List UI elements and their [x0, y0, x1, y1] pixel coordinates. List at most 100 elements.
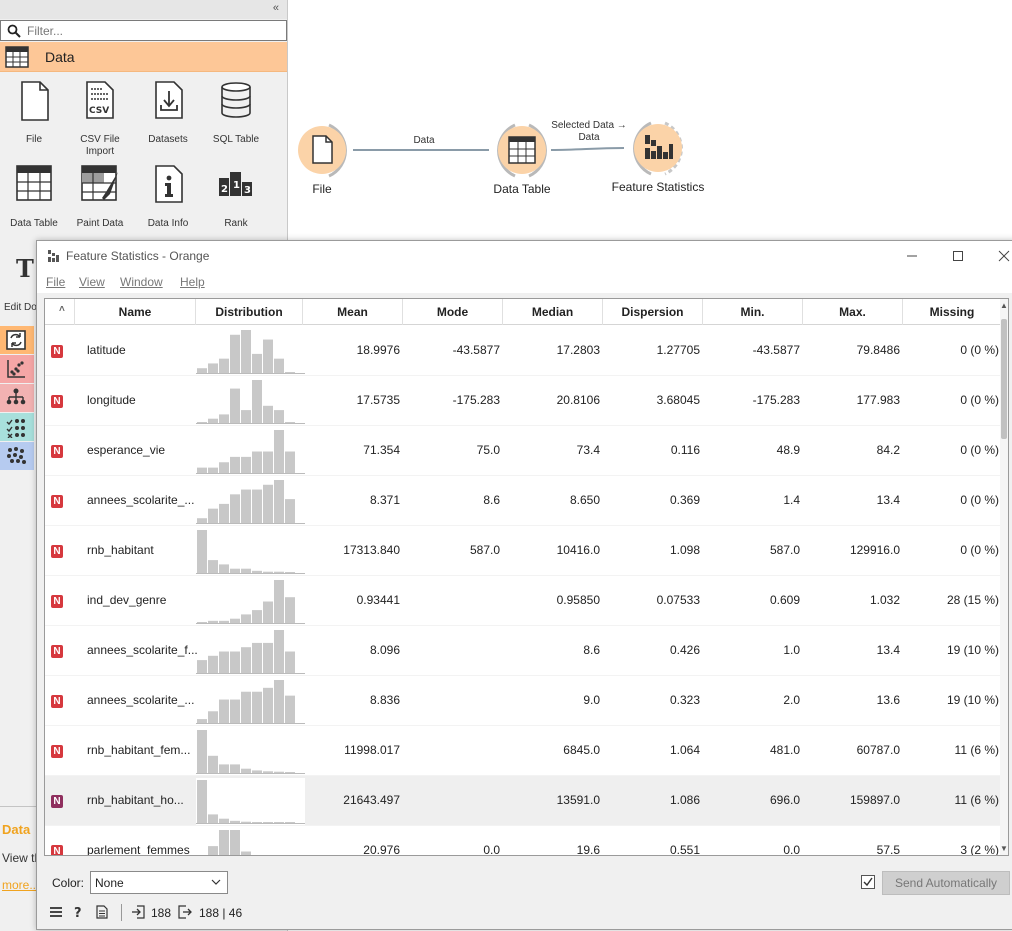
category-model[interactable]	[0, 384, 34, 412]
table-row[interactable]: Nannees_scolarite_... 8.371 8.6 8.650 0.369 1…	[45, 476, 1002, 526]
table-row[interactable]: Nlongitude 17.5735 -175.283 20.8106 3.68045 -…	[45, 376, 1002, 426]
category-unsupervised[interactable]	[0, 442, 34, 470]
table-row[interactable]: Nparlement_femmes 20.976 0.0 19.6 0.551 0.0 57…	[45, 826, 1002, 856]
cell-name: rnb_habitant	[87, 543, 154, 557]
cell-min: 696.0	[769, 793, 800, 807]
column-header-dispersion[interactable]: Dispersion	[603, 299, 703, 325]
tool-datasets[interactable]: Datasets	[134, 80, 202, 162]
column-header-median[interactable]: Median	[503, 299, 603, 325]
svg-text:1: 1	[233, 180, 240, 191]
scrollbar-thumb[interactable]	[1001, 319, 1007, 439]
column-header-mode[interactable]: Mode	[403, 299, 503, 325]
output-count: 188 | 46	[199, 906, 243, 920]
send-automatically-button[interactable]: Send Automatically	[882, 871, 1010, 895]
filter-input[interactable]	[27, 22, 282, 39]
table-row[interactable]: Nind_dev_genre 0.93441 0.95850 0.07533 0.609…	[45, 576, 1002, 626]
cell-dispersion: 1.27705	[656, 343, 700, 357]
collapse-toolbox-icon[interactable]: «	[273, 2, 279, 14]
feature-statistics-icon	[633, 121, 683, 176]
data-info-icon	[155, 165, 183, 203]
cell-mode: 587.0	[469, 543, 500, 557]
cell-missing: 0 (0 %)	[960, 343, 999, 357]
cell-mean: 18.9976	[356, 343, 400, 357]
help-icon[interactable]: ?	[71, 905, 85, 919]
workflow-canvas[interactable]: Data Selected Data → Data File Data Tabl…	[289, 0, 1012, 240]
cell-min: -43.5877	[752, 343, 800, 357]
close-button[interactable]	[981, 241, 1012, 271]
send-automatically-checkbox[interactable]	[861, 875, 875, 889]
menu-help[interactable]: Help	[180, 275, 205, 289]
cell-max: 60787.0	[856, 743, 900, 757]
table-row[interactable]: Nannees_scolarite_... 8.836 9.0 0.323 2.0 13.…	[45, 676, 1002, 726]
histogram-bar	[252, 642, 262, 673]
menu-view[interactable]: View	[79, 275, 105, 289]
cell-min: 1.4	[783, 493, 800, 507]
cell-max: 79.8486	[856, 343, 900, 357]
histogram-bar	[197, 422, 207, 423]
more-link[interactable]: more...	[2, 878, 39, 892]
histogram-bar	[274, 430, 284, 473]
numeric-variable-icon: N	[51, 445, 63, 458]
category-transform[interactable]	[0, 326, 34, 354]
histogram-bar	[197, 467, 207, 473]
histogram-bar	[263, 601, 273, 623]
histogram-bar	[252, 570, 262, 573]
menu-window[interactable]: Window	[120, 275, 163, 289]
cell-name: annees_scolarite_...	[87, 693, 195, 707]
tool-sql-table[interactable]: SQL Table	[202, 80, 270, 162]
cell-missing: 3 (2 %)	[960, 843, 999, 856]
svg-text:?: ?	[74, 906, 82, 919]
tool-data-table[interactable]: Data Table	[0, 164, 68, 246]
color-dropdown[interactable]: None	[90, 871, 228, 894]
scroll-down-icon[interactable]: ▼	[1000, 844, 1008, 853]
table-row[interactable]: Nrnb_habitant 17313.840 587.0 10416.0 1.098 5…	[45, 526, 1002, 576]
scroll-up-icon[interactable]: ▲	[1000, 301, 1008, 310]
search-icon	[7, 24, 21, 38]
histogram-bar	[208, 755, 218, 773]
input-data-icon	[132, 905, 145, 919]
column-header-missing[interactable]: Missing	[903, 299, 1002, 325]
node-feature-statistics[interactable]: Feature Statistics	[603, 118, 713, 208]
menu-file[interactable]: File	[46, 275, 65, 289]
table-row[interactable]: Nesperance_vie 71.354 75.0 73.4 0.116 48.9 84.…	[45, 426, 1002, 476]
distribution-histogram	[196, 730, 305, 774]
table-row[interactable]: Nrnb_habitant_ho... 21643.497 13591.0 1.086…	[45, 776, 1002, 826]
column-header-max[interactable]: Max.	[803, 299, 903, 325]
histogram-bar	[208, 711, 218, 723]
category-visualize[interactable]	[0, 355, 34, 383]
table-row[interactable]: Nannees_scolarite_f... 8.096 8.6 0.426 1.0 13…	[45, 626, 1002, 676]
vertical-scrollbar[interactable]: ▲ ▼	[1000, 299, 1008, 855]
report-icon[interactable]	[95, 905, 109, 919]
cell-max: 159897.0	[849, 793, 900, 807]
maximize-button[interactable]	[935, 241, 981, 271]
node-file[interactable]: File	[267, 120, 377, 210]
histogram-bar	[263, 451, 273, 473]
column-header-min[interactable]: Min.	[703, 299, 803, 325]
tool-data-info[interactable]: Data Info	[134, 164, 202, 246]
tool-csv-file-import[interactable]: CSV CSV File Import	[66, 80, 134, 162]
category-data-header[interactable]: Data	[0, 42, 287, 72]
tool-file[interactable]: File	[0, 80, 68, 162]
menu-icon[interactable]	[49, 905, 63, 919]
table-row[interactable]: Nrnb_habitant_fem... 11998.017 6845.0 1.064…	[45, 726, 1002, 776]
minimize-button[interactable]	[889, 241, 935, 271]
column-header-type[interactable]: ˄	[45, 299, 75, 325]
filter-field[interactable]	[0, 20, 287, 41]
column-header-mean[interactable]: Mean	[303, 299, 403, 325]
table-row[interactable]: Nlatitude 18.9976 -43.5877 17.2803 1.27705 -4…	[45, 326, 1002, 376]
column-header-name[interactable]: Name	[75, 299, 196, 325]
window-titlebar[interactable]: Feature Statistics - Orange	[37, 241, 1012, 271]
column-header-distribution[interactable]: Distribution	[196, 299, 303, 325]
edit-domain-icon[interactable]: T	[16, 254, 34, 283]
node-label: File	[312, 182, 332, 196]
tool-label: SQL Table	[212, 134, 260, 145]
node-data-table[interactable]: Data Table	[467, 120, 577, 210]
tool-paint-data[interactable]: Paint Data	[66, 164, 134, 246]
toolbox-header: «	[0, 0, 287, 19]
histogram-bar	[230, 699, 240, 723]
cell-median: 20.8106	[556, 393, 600, 407]
histogram-bar	[230, 494, 240, 523]
cell-missing: 11 (6 %)	[954, 743, 999, 757]
tool-rank[interactable]: 2 1 3 Rank	[202, 164, 270, 246]
category-evaluate[interactable]	[0, 413, 34, 441]
